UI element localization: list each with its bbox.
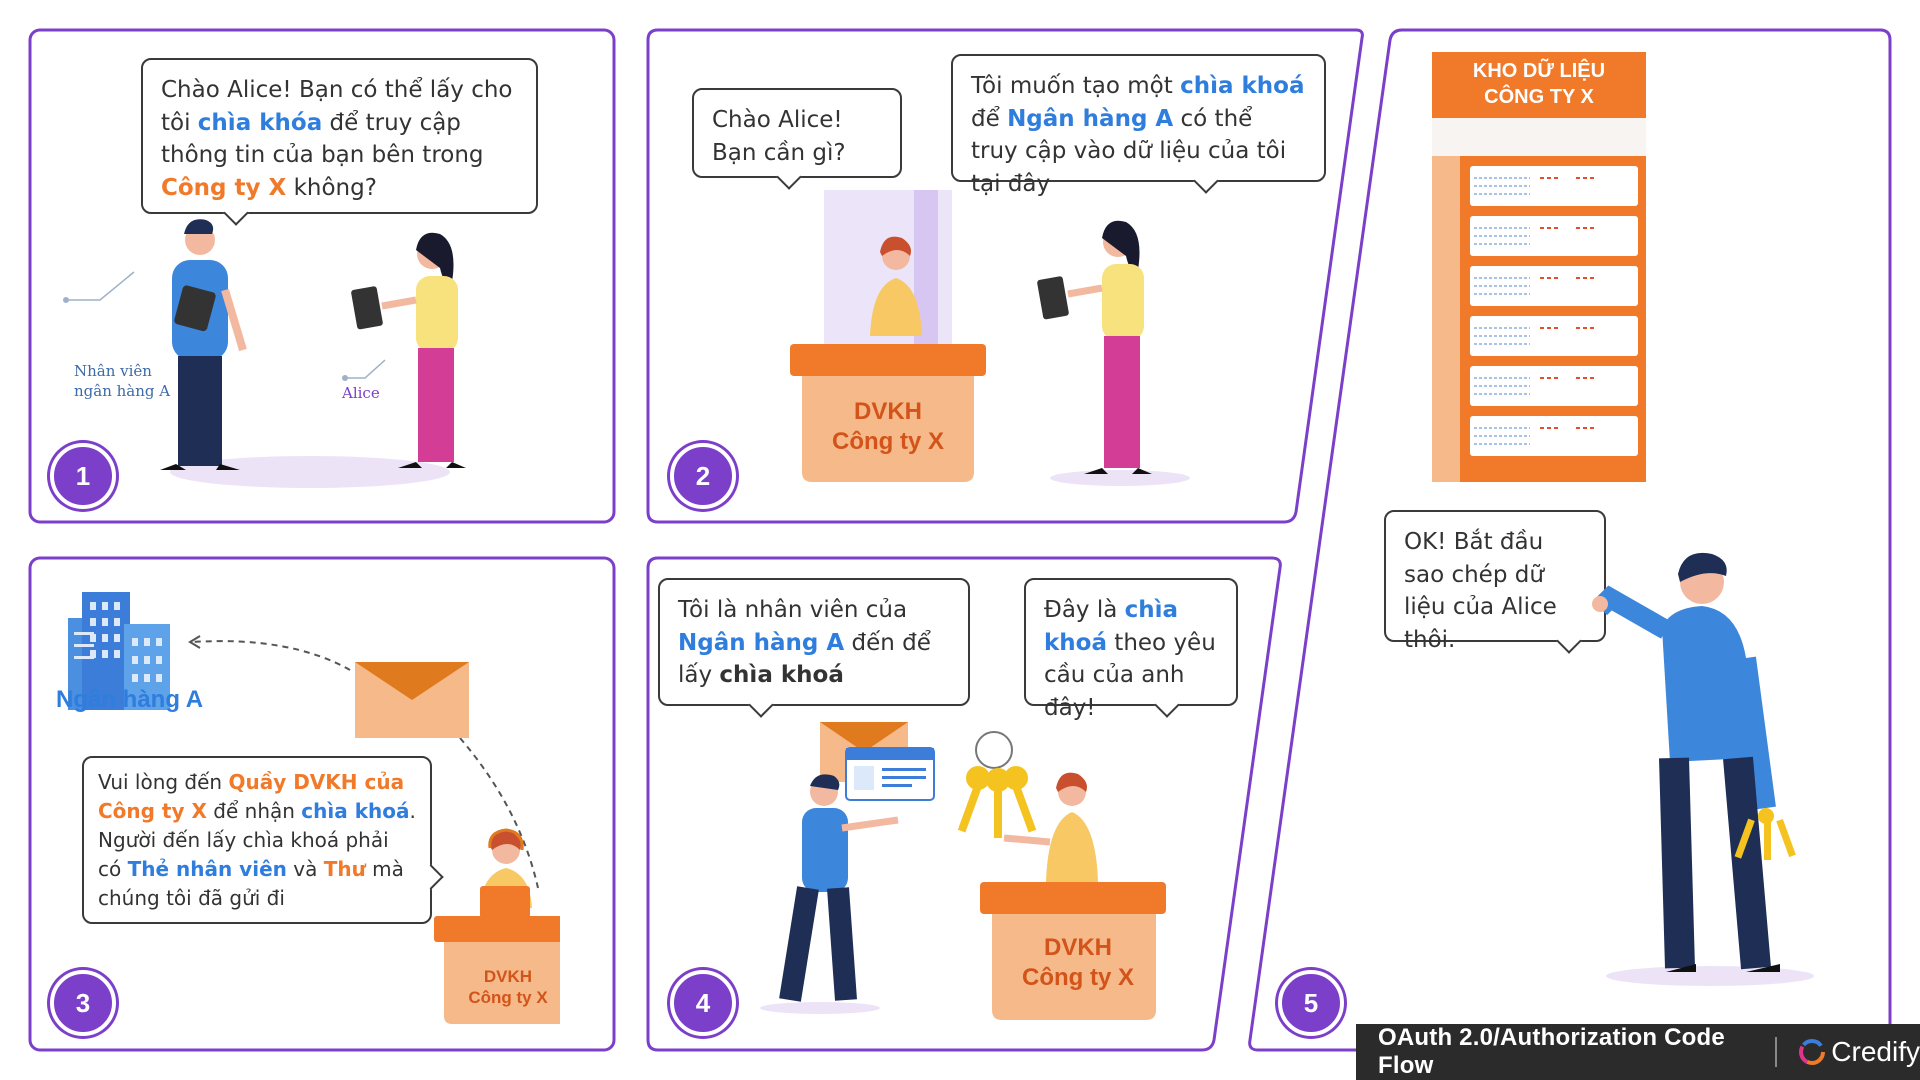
- brand-name: Credify: [1831, 1036, 1920, 1067]
- panel-1-speech-bubble: Chào Alice! Bạn có thể lấy cho tôi chìa …: [141, 58, 538, 226]
- bubble-highlight-key: chìa khóa: [197, 109, 323, 136]
- bubble-highlight-key: chìa khoá: [1180, 73, 1305, 99]
- bank-staff-figure: [760, 774, 899, 1014]
- bubble-text: không?: [286, 174, 377, 201]
- bubble-highlight-letter: Thư: [323, 857, 366, 881]
- counter-top: [434, 916, 560, 942]
- counter-label-line1: DVKH: [1043, 934, 1112, 961]
- brand-logo: Credify: [1797, 1036, 1920, 1068]
- employee-id-card: [845, 747, 935, 801]
- alice-figure: [351, 232, 466, 468]
- bubble-text: OK! Bắt đầu sao chép dữ liệu của Alice t…: [1404, 529, 1557, 653]
- panel-4-counter-label: DVKH Công ty X: [992, 933, 1164, 993]
- bank-staff-with-keys-illustration: [1592, 552, 1814, 986]
- bubble-text: Vui lòng đến: [98, 770, 229, 794]
- credify-logo-icon: [1799, 1039, 1826, 1065]
- panel-2-speech-bubble-alice: Tôi muốn tạo một chìa khoá để Ngân hàng …: [951, 54, 1326, 197]
- warehouse-title-line2: CÔNG TY X: [1484, 86, 1594, 108]
- bank-a-label: Ngân hàng A: [56, 686, 204, 713]
- bubble-highlight-bank: Ngân hàng A: [1007, 105, 1174, 132]
- step-badge-4: 4: [670, 970, 736, 1036]
- diagram-title: OAuth 2.0/Authorization Code Flow: [1378, 1024, 1725, 1079]
- bubble-highlight-bank: Ngân hàng A: [678, 629, 845, 656]
- footer-separator: [1775, 1037, 1778, 1067]
- panel-2-counter-label: DVKH Công ty X: [802, 397, 974, 457]
- footer-bar: OAuth 2.0/Authorization Code Flow Credif…: [1356, 1024, 1920, 1080]
- warehouse-title-line1: KHO DỮ LIỆU: [1472, 60, 1606, 82]
- step-badge-2: 2: [670, 443, 736, 509]
- panel-4-speech-bubble-clerk: Đây là chìa khoá theo yêu cầu của anh đâ…: [1024, 578, 1238, 721]
- keys-icon: [957, 731, 1037, 838]
- bubble-text: để nhận: [206, 799, 302, 823]
- bubble-text: và: [286, 857, 324, 881]
- bubble-highlight-key: chìa khoá: [719, 662, 844, 689]
- counter-label-line2: Công ty X: [832, 428, 944, 455]
- staff-torso: [1662, 606, 1750, 762]
- step-badge-1: 1: [50, 443, 116, 509]
- counter-label-line2: Công ty X: [1022, 964, 1134, 991]
- warehouse-title: KHO DỮ LIỆU CÔNG TY X: [1432, 58, 1646, 110]
- bubble-text: Chào Alice! Bạn cần gì?: [712, 107, 846, 166]
- counter-top: [790, 344, 986, 376]
- bubble-highlight-company: Công ty X: [161, 174, 287, 201]
- panel-3-speech-bubble: Vui lòng đến Quầy DVKH của Công ty X để …: [82, 756, 444, 924]
- panel-1-illustration: [63, 219, 466, 488]
- step-badge-5: 5: [1278, 970, 1344, 1036]
- panel-4-speech-bubble-staff: Tôi là nhân viên của Ngân hàng A đến để …: [658, 578, 970, 718]
- counter-label-line2: Công ty X: [468, 988, 548, 1008]
- bubble-highlight-employee-card: Thẻ nhân viên: [127, 857, 287, 881]
- data-warehouse-illustration: [1432, 52, 1646, 482]
- counter-label-line1: DVKH: [853, 398, 922, 425]
- envelope-icon: [355, 662, 469, 738]
- bubble-text: để: [971, 105, 1008, 132]
- counter-top: [980, 882, 1166, 914]
- alice-figure: [1037, 220, 1190, 486]
- panel-2-speech-bubble-staff: Chào Alice! Bạn cần gì?: [692, 88, 902, 190]
- panel-3-counter-label: DVKH Công ty X: [444, 966, 572, 1009]
- laptop-icon: [480, 886, 530, 918]
- bubble-text: Đây là: [1044, 597, 1125, 623]
- label-alice: Alice: [342, 384, 380, 402]
- bubble-text: Tôi là nhân viên của: [678, 597, 908, 623]
- dashed-arrow: [191, 640, 351, 671]
- step-badge-3: 3: [50, 970, 116, 1036]
- bubble-highlight-key: chìa khoá: [301, 799, 410, 823]
- bank-staff-figure: [160, 219, 247, 470]
- label-bank-staff: Nhân viên ngân hàng A: [74, 362, 171, 400]
- counter-label-line1: DVKH: [483, 967, 533, 986]
- bubble-text: Tôi muốn tạo một: [971, 73, 1181, 99]
